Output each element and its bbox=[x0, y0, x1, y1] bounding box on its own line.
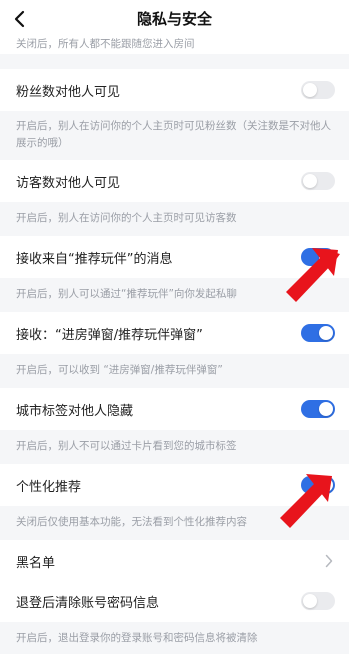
top-description: 关闭后，所有人都不能跟随您进入房间 bbox=[0, 38, 349, 54]
toggle-knob bbox=[303, 594, 317, 608]
setting-description: 开启后，可以收到 “进房弹窗/推荐玩伴弹窗” bbox=[0, 354, 349, 386]
setting-row-clear-credentials: 退登后清除账号密码信息 bbox=[0, 580, 349, 622]
recommend-messages-toggle[interactable] bbox=[301, 248, 335, 266]
city-tag-toggle[interactable] bbox=[301, 400, 335, 418]
navbar: 隐私与安全 bbox=[0, 0, 349, 38]
visitors-visible-toggle[interactable] bbox=[301, 172, 335, 190]
setting-row-popup: 接收：“进房弹窗/推荐玩伴弹窗” bbox=[0, 312, 349, 354]
setting-description: 开启后，退出登录你的登录账号和密码信息将被清除 bbox=[0, 622, 349, 654]
toggle-knob bbox=[319, 478, 333, 492]
setting-row-visitors-visible: 访客数对他人可见 bbox=[0, 160, 349, 202]
setting-label: 黑名单 bbox=[16, 556, 56, 571]
setting-description: 开启后，别人在访问你的个人主页时可见粉丝数（关注数是不对他人展示的哦） bbox=[0, 111, 349, 159]
setting-row-fans-visible: 粉丝数对他人可见 bbox=[0, 69, 349, 111]
setting-label: 退登后清除账号密码信息 bbox=[16, 596, 160, 611]
settings-list: 关闭后，所有人都不能跟随您进入房间 粉丝数对他人可见 开启后，别人在访问你的个人… bbox=[0, 38, 349, 654]
setting-description: 开启后，别人不可以通过卡片看到您的城市标签 bbox=[0, 430, 349, 462]
setting-description: 开启后，别人在访问你的个人主页时可见访客数 bbox=[0, 202, 349, 234]
page-title: 隐私与安全 bbox=[136, 10, 212, 28]
setting-label: 接收：“进房弹窗/推荐玩伴弹窗” bbox=[16, 328, 203, 343]
setting-description: 开启后，别人可以通过“推荐玩伴”向你发起私聊 bbox=[0, 278, 349, 310]
setting-label: 个性化推荐 bbox=[16, 480, 82, 495]
fans-visible-toggle[interactable] bbox=[301, 81, 335, 99]
setting-row-blacklist[interactable]: 黑名单 bbox=[0, 540, 349, 582]
chevron-right-icon bbox=[325, 554, 333, 568]
setting-description: 关闭后仅使用基本功能，无法看到个性化推荐内容 bbox=[0, 506, 349, 538]
popup-toggle[interactable] bbox=[301, 324, 335, 342]
setting-row-personalized: 个性化推荐 bbox=[0, 464, 349, 506]
toggle-knob bbox=[319, 402, 333, 416]
setting-label: 接收来自“推荐玩伴”的消息 bbox=[16, 252, 173, 267]
setting-label: 城市标签对他人隐藏 bbox=[16, 404, 134, 419]
setting-row-city-tag: 城市标签对他人隐藏 bbox=[0, 388, 349, 430]
toggle-knob bbox=[319, 326, 333, 340]
setting-row-recommend-messages: 接收来自“推荐玩伴”的消息 bbox=[0, 236, 349, 278]
toggle-knob bbox=[319, 250, 333, 264]
clear-credentials-toggle[interactable] bbox=[301, 592, 335, 610]
toggle-knob bbox=[303, 83, 317, 97]
toggle-knob bbox=[303, 174, 317, 188]
setting-label: 访客数对他人可见 bbox=[16, 176, 121, 191]
personalized-toggle[interactable] bbox=[301, 476, 335, 494]
setting-label: 粉丝数对他人可见 bbox=[16, 85, 121, 100]
